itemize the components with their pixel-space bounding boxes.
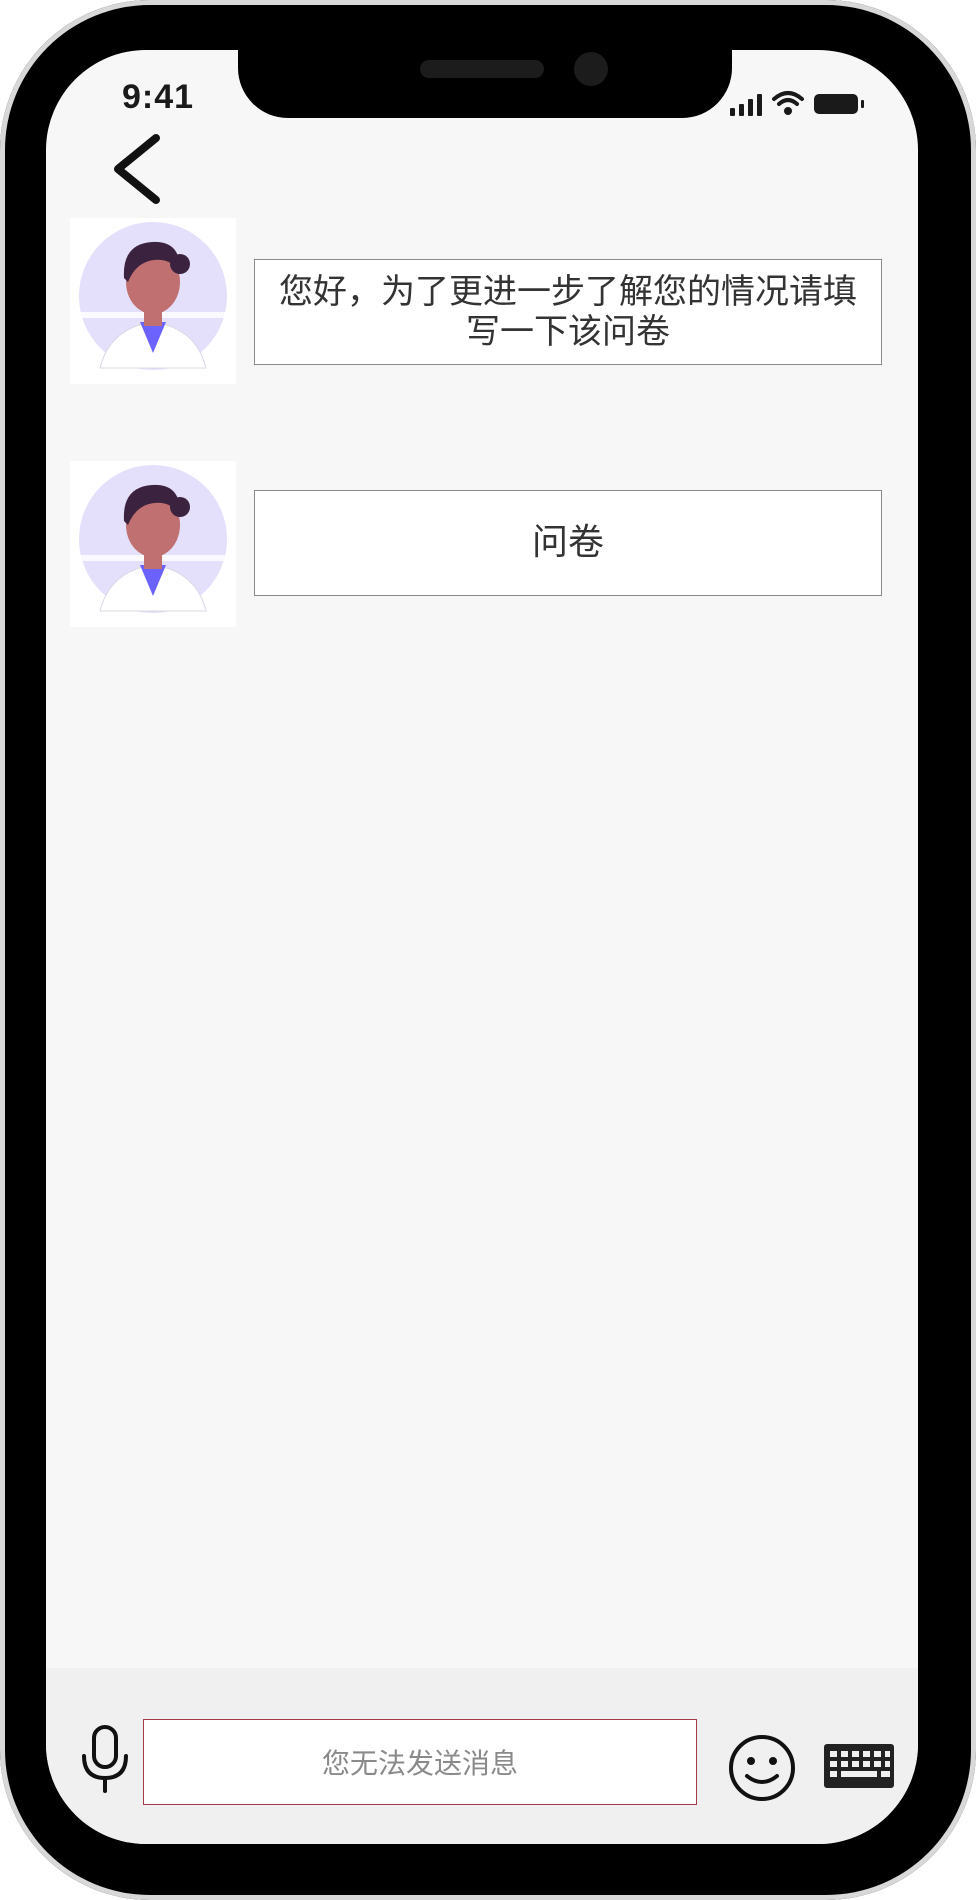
doctor-avatar	[70, 461, 236, 627]
front-camera	[574, 52, 608, 86]
wifi-icon	[772, 91, 804, 115]
battery-icon	[814, 94, 864, 114]
status-icons	[730, 86, 864, 116]
phone-frame: 9:41 您好，为了更进一步了解您的情况请填写一下该问卷 问卷 您无法发送消息	[0, 0, 976, 1900]
speaker-grille	[420, 60, 544, 78]
emoji-icon[interactable]	[728, 1734, 796, 1802]
signal-icon	[730, 92, 762, 116]
message-input[interactable]: 您无法发送消息	[143, 1719, 697, 1805]
message-bubble: 您好，为了更进一步了解您的情况请填写一下该问卷	[254, 259, 882, 365]
phone-notch	[238, 40, 732, 118]
questionnaire-link-bubble[interactable]: 问卷	[254, 490, 882, 596]
status-time: 9:41	[122, 78, 195, 116]
back-arrow-icon[interactable]	[108, 132, 172, 206]
doctor-avatar	[70, 218, 236, 384]
microphone-icon[interactable]	[78, 1724, 132, 1794]
keyboard-icon[interactable]	[824, 1744, 894, 1788]
